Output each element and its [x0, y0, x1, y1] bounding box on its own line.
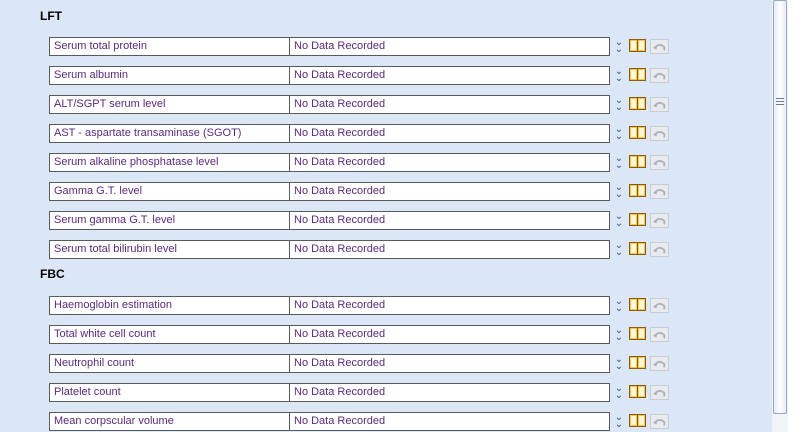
chevron-down-icon[interactable]: ⌄ ⌄ — [614, 183, 624, 200]
result-label: Serum alkaline phosphatase level — [49, 153, 293, 172]
chevron-down-icon[interactable]: ⌄ ⌄ — [614, 413, 624, 430]
result-value-field[interactable]: No Data Recorded — [289, 296, 610, 315]
book-icon[interactable] — [629, 242, 646, 255]
result-value-field[interactable]: No Data Recorded — [289, 211, 610, 230]
chevron-down-icon[interactable]: ⌄ ⌄ — [614, 355, 624, 372]
result-label: Serum total protein — [49, 37, 293, 56]
section-title-fbc: FBC — [40, 267, 65, 281]
chevron-down-icon[interactable]: ⌄ ⌄ — [614, 326, 624, 343]
chevron-down-icon[interactable]: ⌄ ⌄ — [614, 212, 624, 229]
book-icon[interactable] — [629, 126, 646, 139]
result-value-field[interactable]: No Data Recorded — [289, 95, 610, 114]
result-value-field[interactable]: No Data Recorded — [289, 182, 610, 201]
result-label: Mean corpscular volume — [49, 412, 293, 431]
result-value-field[interactable]: No Data Recorded — [289, 153, 610, 172]
chevron-down-icon[interactable]: ⌄ ⌄ — [614, 125, 624, 142]
result-value-field[interactable]: No Data Recorded — [289, 37, 610, 56]
undo-arrow-icon[interactable] — [650, 155, 669, 170]
result-value-field[interactable]: No Data Recorded — [289, 354, 610, 373]
result-value-field[interactable]: No Data Recorded — [289, 383, 610, 402]
book-icon[interactable] — [629, 356, 646, 369]
window-edge — [788, 0, 795, 432]
scroll-grip-icon — [776, 98, 784, 106]
undo-arrow-icon[interactable] — [650, 97, 669, 112]
book-icon[interactable] — [629, 298, 646, 311]
result-label: AST - aspartate transaminase (SGOT) — [49, 124, 293, 143]
chevron-down-icon[interactable]: ⌄ ⌄ — [614, 38, 624, 55]
chevron-down-icon[interactable]: ⌄ ⌄ — [614, 297, 624, 314]
chevron-down-icon[interactable]: ⌄ ⌄ — [614, 384, 624, 401]
result-value-field[interactable]: No Data Recorded — [289, 412, 610, 431]
result-label: Serum total bilirubin level — [49, 240, 293, 259]
results-panel: LFT Serum total protein No Data Recorded… — [0, 0, 773, 432]
result-label: Serum gamma G.T. level — [49, 211, 293, 230]
book-icon[interactable] — [629, 39, 646, 52]
result-label: Platelet count — [49, 383, 293, 402]
undo-arrow-icon[interactable] — [650, 184, 669, 199]
undo-arrow-icon[interactable] — [650, 242, 669, 257]
undo-arrow-icon[interactable] — [650, 39, 669, 54]
undo-arrow-icon[interactable] — [650, 414, 669, 429]
undo-arrow-icon[interactable] — [650, 385, 669, 400]
book-icon[interactable] — [629, 213, 646, 226]
undo-arrow-icon[interactable] — [650, 126, 669, 141]
book-icon[interactable] — [629, 155, 646, 168]
undo-arrow-icon[interactable] — [650, 327, 669, 342]
undo-arrow-icon[interactable] — [650, 68, 669, 83]
book-icon[interactable] — [629, 68, 646, 81]
undo-arrow-icon[interactable] — [650, 298, 669, 313]
undo-arrow-icon[interactable] — [650, 213, 669, 228]
chevron-down-icon[interactable]: ⌄ ⌄ — [614, 241, 624, 258]
result-value-field[interactable]: No Data Recorded — [289, 240, 610, 259]
book-icon[interactable] — [629, 385, 646, 398]
result-value-field[interactable]: No Data Recorded — [289, 325, 610, 344]
book-icon[interactable] — [629, 97, 646, 110]
result-label: Haemoglobin estimation — [49, 296, 293, 315]
book-icon[interactable] — [629, 327, 646, 340]
chevron-down-icon[interactable]: ⌄ ⌄ — [614, 96, 624, 113]
book-icon[interactable] — [629, 414, 646, 427]
section-title-lft: LFT — [40, 9, 62, 23]
result-label: Total white cell count — [49, 325, 293, 344]
result-label: Gamma G.T. level — [49, 182, 293, 201]
result-label: Serum albumin — [49, 66, 293, 85]
book-icon[interactable] — [629, 184, 646, 197]
undo-arrow-icon[interactable] — [650, 356, 669, 371]
scrollbar-thumb[interactable] — [773, 0, 787, 414]
chevron-down-icon[interactable]: ⌄ ⌄ — [614, 154, 624, 171]
result-value-field[interactable]: No Data Recorded — [289, 66, 610, 85]
result-value-field[interactable]: No Data Recorded — [289, 124, 610, 143]
result-label: Neutrophil count — [49, 354, 293, 373]
result-label: ALT/SGPT serum level — [49, 95, 293, 114]
chevron-down-icon[interactable]: ⌄ ⌄ — [614, 67, 624, 84]
